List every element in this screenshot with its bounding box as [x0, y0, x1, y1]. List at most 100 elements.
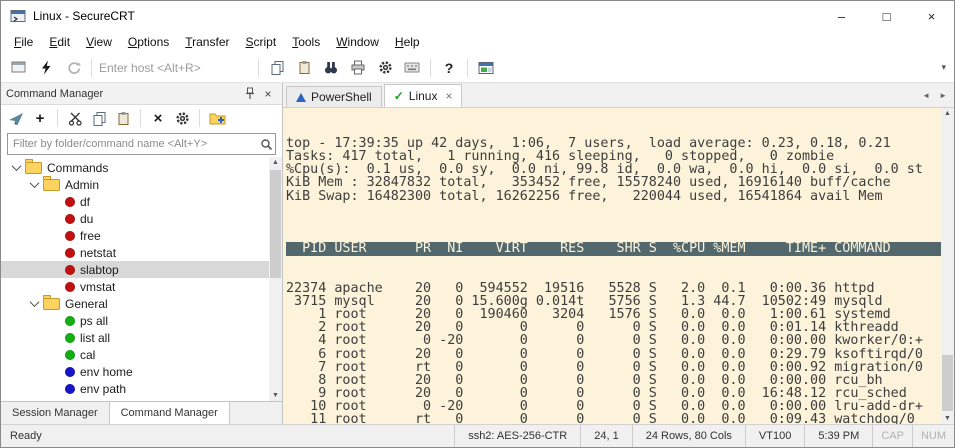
paste-button[interactable] [112, 107, 134, 129]
toolbar-separator [467, 59, 468, 77]
top-summary: top - 17:39:35 up 42 days, 1:06, 7 users… [286, 137, 941, 202]
copy-button[interactable] [88, 107, 110, 129]
add-command-button[interactable]: + [29, 107, 51, 129]
tab-powershell[interactable]: PowerShell [286, 86, 382, 107]
status-num-lock: NUM [912, 425, 954, 447]
window-title: Linux - SecureCRT [33, 9, 135, 23]
tree-item-free[interactable]: free [1, 227, 269, 244]
quick-connect-icon[interactable] [33, 55, 59, 80]
menu-options[interactable]: Options [120, 32, 177, 52]
maximize-button[interactable]: □ [864, 1, 909, 31]
expander-icon[interactable] [30, 178, 40, 188]
tree-item-env-path[interactable]: env path [1, 380, 269, 397]
close-tab-icon[interactable]: × [445, 89, 452, 103]
scroll-up-icon[interactable]: ▲ [944, 110, 951, 117]
scroll-down-icon[interactable]: ▼ [944, 415, 951, 422]
expander-icon[interactable] [12, 161, 22, 171]
command-dot-icon [65, 231, 75, 241]
scroll-down-icon[interactable]: ▼ [272, 392, 279, 399]
menu-window[interactable]: Window [328, 32, 387, 52]
process-rows: 22374 apache 20 0 594552 19516 5528 S 2.… [286, 282, 941, 424]
help-icon: ? [445, 60, 454, 76]
menu-transfer[interactable]: Transfer [177, 32, 237, 52]
tab-prev-icon[interactable]: ◄ [922, 91, 930, 100]
command-dot-icon [65, 248, 75, 258]
new-folder-button[interactable] [206, 107, 228, 129]
toolbar-separator [199, 109, 200, 127]
menu-edit[interactable]: Edit [41, 32, 78, 52]
host-input[interactable] [97, 60, 253, 76]
delete-x-icon: × [154, 111, 163, 126]
tree-item-du[interactable]: du [1, 210, 269, 227]
tree-item-df[interactable]: df [1, 193, 269, 210]
toolbar-separator [258, 59, 259, 77]
command-dot-icon [65, 214, 75, 224]
panel-close-icon[interactable]: × [259, 85, 277, 103]
tree-area: CommandsAdmindfdufreenetstatslabtopvmsta… [1, 157, 282, 401]
status-ready: Ready [1, 425, 454, 447]
help-button[interactable]: ? [436, 55, 462, 80]
cut-button[interactable] [64, 107, 86, 129]
trace-options-button[interactable] [473, 55, 499, 80]
tree-item-ps-all[interactable]: ps all [1, 312, 269, 329]
terminal-screen[interactable]: top - 17:39:35 up 42 days, 1:06, 7 users… [283, 108, 941, 424]
terminal-scrollbar[interactable]: ▲ ▼ [941, 108, 954, 424]
menu-view[interactable]: View [78, 32, 120, 52]
toolbar-overflow-icon[interactable]: ▾ [941, 62, 949, 73]
expander-icon[interactable] [30, 297, 40, 307]
tree-item-slabtop[interactable]: slabtop [1, 261, 269, 278]
tree-item-Admin[interactable]: Admin [1, 176, 269, 193]
close-button[interactable]: × [909, 1, 954, 31]
tree-item-netstat[interactable]: netstat [1, 244, 269, 261]
find-button[interactable] [318, 55, 344, 80]
tree-item-vmstat[interactable]: vmstat [1, 278, 269, 295]
tab-command-manager[interactable]: Command Manager [110, 402, 230, 424]
tree-item-env-home[interactable]: env home [1, 363, 269, 380]
menu-tools[interactable]: Tools [284, 32, 328, 52]
toolbar-separator [57, 109, 58, 127]
scrollbar-thumb[interactable] [270, 170, 281, 278]
tab-session-manager[interactable]: Session Manager [1, 402, 110, 424]
command-toolbar: + × [1, 105, 282, 131]
filter-area [1, 131, 282, 157]
command-manager-panel: Command Manager × + [1, 83, 283, 424]
scroll-up-icon[interactable]: ▲ [272, 159, 279, 166]
filter-input[interactable] [8, 138, 257, 150]
pin-icon[interactable] [241, 85, 259, 103]
tree-item-list-all[interactable]: list all [1, 329, 269, 346]
tree-item-General[interactable]: General [1, 295, 269, 312]
reconnect-icon[interactable] [60, 55, 86, 80]
session-dialog-button[interactable] [6, 55, 32, 80]
securecrt-window: Linux - SecureCRT – □ × FileEditViewOpti… [0, 0, 955, 448]
options-button[interactable] [171, 107, 193, 129]
folder-icon [43, 179, 60, 191]
tab-next-icon[interactable]: ► [939, 91, 947, 100]
status-clock: 5:39 PM [804, 425, 872, 447]
warning-icon [296, 93, 306, 102]
command-dot-icon [65, 265, 75, 275]
plus-icon: + [36, 111, 45, 126]
minimize-button[interactable]: – [819, 1, 864, 31]
tree-scrollbar[interactable]: ▲ ▼ [269, 157, 282, 401]
paste-button[interactable] [291, 55, 317, 80]
session-options-button[interactable] [372, 55, 398, 80]
copy-button[interactable] [264, 55, 290, 80]
menu-script[interactable]: Script [238, 32, 285, 52]
keymap-button[interactable] [399, 55, 425, 80]
command-dot-icon [65, 282, 75, 292]
tree-item-cal[interactable]: cal [1, 346, 269, 363]
status-terminal-size: 24 Rows, 80 Cols [632, 425, 745, 447]
send-command-button[interactable] [5, 107, 27, 129]
print-button[interactable] [345, 55, 371, 80]
scrollbar-thumb[interactable] [942, 355, 953, 411]
titlebar: Linux - SecureCRT – □ × [1, 1, 954, 31]
toolbar-separator [430, 59, 431, 77]
tree-item-Commands[interactable]: Commands [1, 159, 269, 176]
delete-button[interactable]: × [147, 107, 169, 129]
status-encryption: ssh2: AES-256-CTR [454, 425, 580, 447]
main-toolbar: ? ▾ [1, 53, 954, 83]
tab-linux[interactable]: ✓ Linux × [384, 84, 463, 107]
menu-file[interactable]: File [6, 32, 41, 52]
menu-help[interactable]: Help [387, 32, 428, 52]
panel-tabs: Session Manager Command Manager [1, 401, 282, 424]
